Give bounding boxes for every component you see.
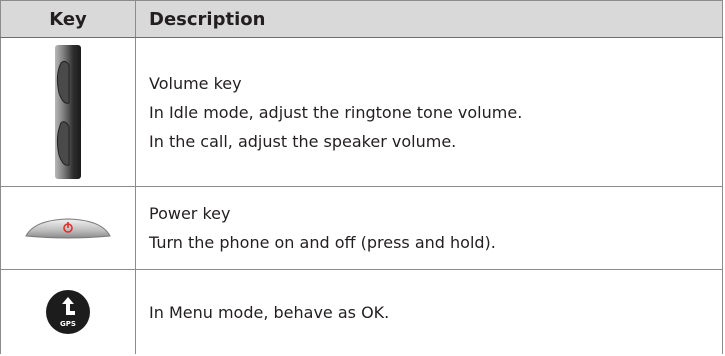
gps-key-icon: GPS [46, 290, 90, 334]
table-row: Power key Turn the phone on and off (pre… [0, 186, 723, 270]
table-row: Volume key In Idle mode, adjust the ring… [0, 37, 723, 187]
description-cell: Volume key In Idle mode, adjust the ring… [135, 37, 723, 187]
description-line: In Menu mode, behave as OK. [149, 302, 390, 322]
volume-key-icon [55, 45, 81, 179]
table-row: GPS In Menu mode, behave as OK. [0, 269, 723, 354]
gps-key-label: GPS [60, 320, 76, 328]
description-column-header: Description [135, 0, 723, 38]
key-cell [0, 37, 136, 187]
key-cell [0, 186, 136, 270]
table-header-row: Key Description [0, 0, 723, 38]
description-line: Volume key [149, 73, 242, 93]
description-cell: In Menu mode, behave as OK. [135, 269, 723, 354]
description-line: In Idle mode, adjust the ringtone tone v… [149, 102, 523, 122]
description-line: Turn the phone on and off (press and hol… [149, 233, 496, 252]
description-line: Power key [149, 204, 231, 223]
description-line: In the call, adjust the speaker volume. [149, 131, 457, 151]
key-cell: GPS [0, 269, 136, 354]
description-cell: Power key Turn the phone on and off (pre… [135, 186, 723, 270]
key-description-table: Key Description Volume key In Idle mode,… [0, 0, 723, 354]
power-key-icon [25, 218, 111, 239]
key-column-header: Key [0, 0, 136, 38]
